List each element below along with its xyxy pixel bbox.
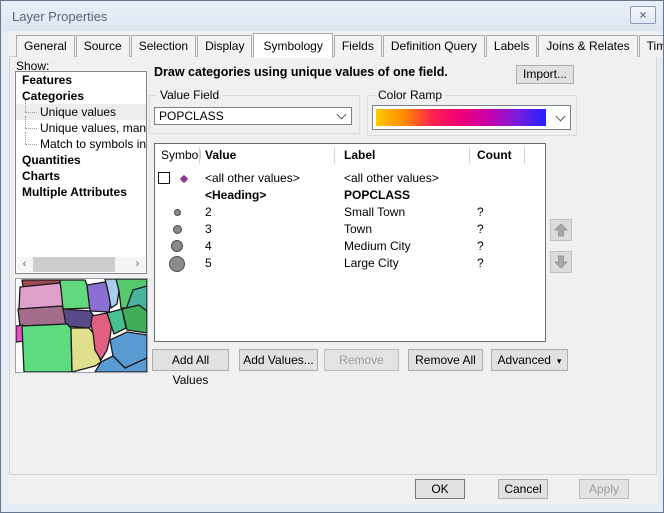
graduated-circle-icon [173,225,182,234]
remove-button[interactable]: Remove [324,349,399,371]
ok-button[interactable]: OK [415,479,465,499]
label-cell[interactable]: Town [344,222,372,237]
all-other-values-checkbox[interactable] [158,172,170,184]
chevron-down-icon [337,110,347,120]
count-cell: ? [477,222,484,237]
tab-definition-query[interactable]: Definition Query [383,35,485,57]
arrow-down-icon [554,255,568,269]
count-cell: ? [477,205,484,220]
dropdown-arrow-icon: ▾ [557,356,562,366]
column-header-symbol: Symbol [161,148,201,162]
tree-item-unique-values-many[interactable]: Unique values, many [16,120,146,136]
window-title: Layer Properties [12,9,107,24]
graduated-circle-icon [169,256,185,272]
value-field-group-label: Value Field [157,88,222,102]
value-cell: 4 [205,239,212,254]
draw-categories-description: Draw categories using unique values of o… [154,65,448,79]
value-cell: 2 [205,205,212,220]
scrollbar-thumb[interactable] [33,257,115,272]
tab-labels[interactable]: Labels [486,35,537,57]
tab-time[interactable]: Time [639,35,664,57]
tree-item-charts[interactable]: Charts [16,168,146,184]
tab-general[interactable]: General [16,35,75,57]
color-ramp-group-label: Color Ramp [375,88,445,102]
label-cell[interactable]: <all other values> [344,171,439,186]
states-map-image [16,279,147,372]
symbol-cell[interactable] [155,238,199,255]
value-field-selected-value: POPCLASS [159,109,224,123]
add-all-values-button[interactable]: Add All Values [152,349,229,371]
cancel-button[interactable]: Cancel [498,479,548,499]
color-ramp-gradient [376,109,546,126]
symbol-cell[interactable] [155,204,199,221]
arrow-up-icon [554,223,568,237]
point-symbol-icon [180,175,188,183]
chevron-down-icon [556,111,566,121]
unique-values-table: Symbol Value Label Count <all other valu… [154,143,546,342]
move-up-button[interactable] [550,219,572,241]
value-cell: <all other values> [205,171,300,186]
tab-joins-relates[interactable]: Joins & Relates [538,35,637,57]
value-cell: 3 [205,222,212,237]
apply-button[interactable]: Apply [579,479,629,499]
import-button[interactable]: Import... [516,65,574,84]
value-cell: 5 [205,256,212,271]
scroll-left-icon[interactable]: ‹ [17,257,32,272]
value-field-dropdown[interactable]: POPCLASS [154,107,352,125]
tab-symbology[interactable]: Symbology [253,33,332,58]
graduated-circle-icon [174,209,181,216]
tree-item-categories[interactable]: Categories [16,88,146,104]
color-ramp-dropdown[interactable] [372,105,571,130]
table-row-small-town[interactable]: 2 Small Town ? [155,204,545,221]
add-values-button[interactable]: Add Values... [239,349,318,371]
label-cell[interactable]: Large City [344,256,399,271]
symbol-cell[interactable] [155,221,199,238]
tree-item-quantities[interactable]: Quantities [16,152,146,168]
table-row-heading[interactable]: <Heading> POPCLASS [155,187,545,204]
graduated-circle-icon [171,240,183,252]
remove-all-button[interactable]: Remove All [408,349,483,371]
tree-item-features[interactable]: Features [16,72,146,88]
value-cell: <Heading> [205,188,266,203]
table-header: Symbol Value Label Count [155,144,545,167]
tab-fields[interactable]: Fields [334,35,382,57]
column-header-count: Count [477,148,512,162]
table-row-medium-city[interactable]: 4 Medium City ? [155,238,545,255]
advanced-button-label: Advanced [498,353,551,367]
table-row-large-city[interactable]: 5 Large City ? [155,255,545,272]
advanced-button[interactable]: Advanced ▾ [491,349,568,371]
table-row-town[interactable]: 3 Town ? [155,221,545,238]
column-header-label: Label [344,148,375,162]
label-cell[interactable]: POPCLASS [344,188,410,203]
count-cell: ? [477,239,484,254]
tree-item-multiple-attributes[interactable]: Multiple Attributes [16,184,146,200]
tab-bar: General Source Selection Display Symbolo… [16,34,664,57]
column-header-value: Value [205,148,236,162]
tree-item-unique-values[interactable]: Unique values [16,104,146,120]
label-cell[interactable]: Medium City [344,239,411,254]
tree-horizontal-scrollbar[interactable]: ‹ › [17,257,145,272]
layer-properties-dialog: Layer Properties × General Source Select… [0,0,664,513]
titlebar[interactable]: Layer Properties × [1,1,663,31]
tab-source[interactable]: Source [76,35,130,57]
symbol-cell [155,170,199,187]
count-cell: ? [477,256,484,271]
map-preview [15,278,148,373]
symbol-cell[interactable] [155,255,199,272]
tree-item-match-to-symbols[interactable]: Match to symbols in a [16,136,146,152]
move-down-button[interactable] [550,251,572,273]
scroll-right-icon[interactable]: › [130,257,145,272]
tab-selection[interactable]: Selection [131,35,196,57]
table-row-all-other-values[interactable]: <all other values> <all other values> [155,170,545,187]
close-icon[interactable]: × [630,6,656,24]
tab-display[interactable]: Display [197,35,252,57]
label-cell[interactable]: Small Town [344,205,405,220]
show-tree: Features Categories Unique values Unique… [15,71,147,274]
